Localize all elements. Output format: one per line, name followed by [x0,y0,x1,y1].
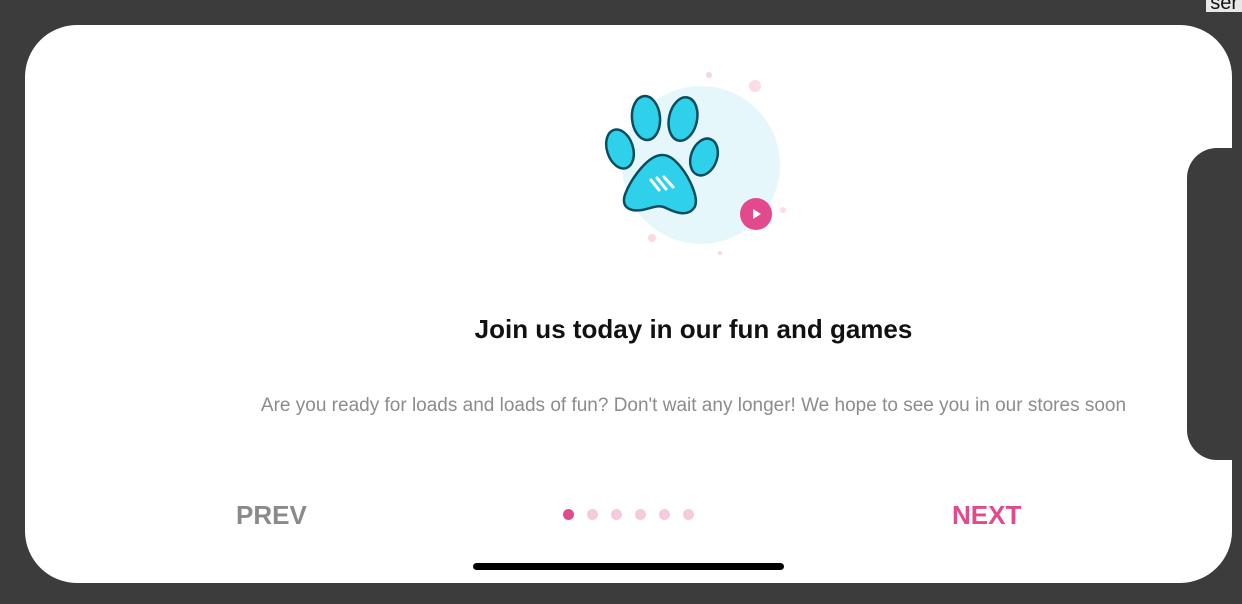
page-dot-6[interactable] [683,509,694,520]
next-button[interactable]: NEXT [952,500,1021,531]
prev-button[interactable]: PREV [236,500,307,531]
home-indicator[interactable] [473,563,784,570]
page-dot-1[interactable] [563,509,574,520]
page-dot-4[interactable] [635,509,646,520]
page-dot-2[interactable] [587,509,598,520]
background-window-text: ser [1206,0,1242,12]
paw-illustration [604,72,786,255]
play-icon [740,198,772,230]
page-dot-3[interactable] [611,509,622,520]
page-indicator [563,509,694,520]
onboarding-subtitle: Are you ready for loads and loads of fun… [260,395,1127,416]
page-dot-5[interactable] [659,509,670,520]
onboarding-title: Join us today in our fun and games [474,314,913,344]
